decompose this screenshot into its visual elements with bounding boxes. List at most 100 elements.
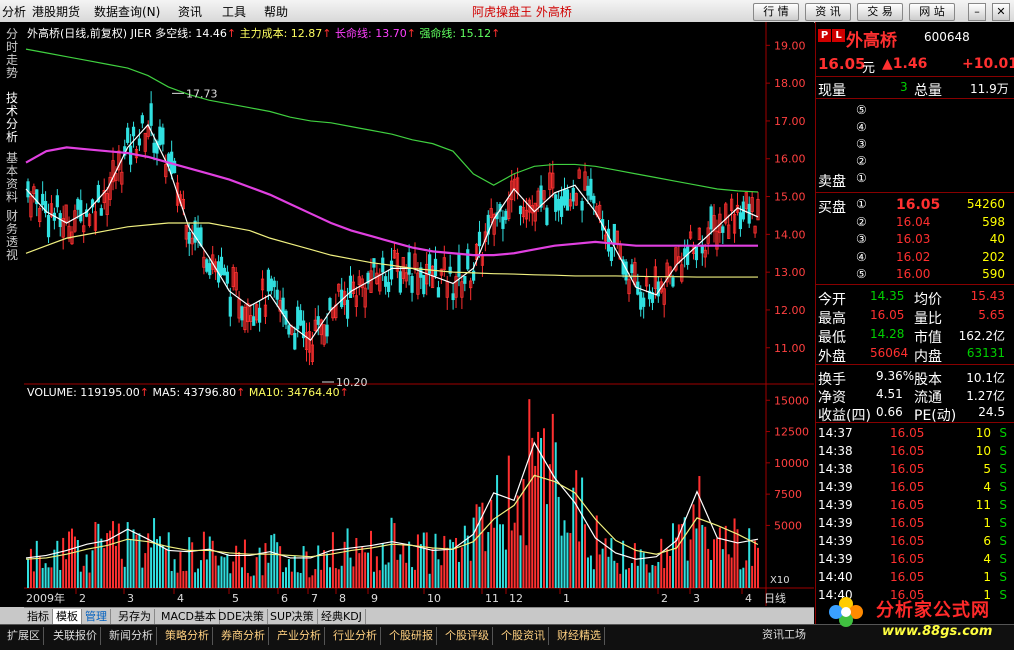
volume-bar: [59, 569, 62, 588]
candle-body: [275, 289, 279, 300]
tab-save-as[interactable]: 另存为: [115, 609, 155, 624]
tab-research[interactable]: 个股研报: [386, 627, 437, 645]
volume-bar: [367, 552, 370, 588]
volume-bar: [501, 524, 504, 588]
x-tick-label: 4: [177, 592, 184, 605]
tab-indicator[interactable]: 指标: [24, 609, 53, 624]
period-label[interactable]: 日线: [764, 590, 786, 606]
price-tick-label: 11.00: [774, 342, 806, 355]
tab-basic-info[interactable]: 基本资料: [2, 152, 22, 204]
news-button[interactable]: 资 讯: [805, 3, 851, 21]
candle-body: [269, 278, 273, 291]
volume-bar: [296, 572, 299, 588]
volume-bar: [378, 570, 381, 588]
menu-analysis[interactable]: 分析: [2, 3, 26, 20]
stock-name: 外高桥: [846, 31, 897, 51]
candle-body: [463, 275, 467, 284]
tab-finance-pick[interactable]: 财经精选: [554, 627, 605, 645]
tab-financial[interactable]: 财务透视: [2, 210, 22, 262]
volume-bar: [352, 566, 355, 588]
price-change: ▲1.46: [882, 56, 928, 72]
volume-unit-label: X10: [770, 575, 790, 586]
tab-sup[interactable]: SUP决策: [267, 609, 318, 624]
tab-extension[interactable]: 扩展区: [4, 627, 44, 645]
menu-hk-futures[interactable]: 港股期货: [32, 3, 80, 20]
menu-news[interactable]: 资讯: [178, 3, 202, 20]
volume-bar: [173, 559, 176, 588]
volume-bar: [554, 442, 557, 588]
x-tick-label: 5: [232, 592, 239, 605]
volume-bar: [730, 557, 733, 588]
website-button[interactable]: 网 站: [909, 3, 955, 21]
volume-bar: [170, 571, 173, 588]
candle-body: [252, 316, 256, 326]
candle-body: [518, 205, 523, 215]
quote-button[interactable]: 行 情: [753, 3, 799, 21]
candle-body: [410, 276, 414, 293]
legend-main-cost: 主力成本: 12.87↑: [239, 27, 332, 40]
sell-row: ②: [816, 153, 1014, 171]
candle-body: [152, 142, 156, 153]
tab-related-quote[interactable]: 关联报价: [50, 627, 101, 645]
candle-body: [580, 200, 584, 211]
price-line: 16.05 元 ▲1.46 +10.01: [816, 54, 1014, 77]
legend-stock-name: 外高桥(日线,前复权) JIER: [27, 27, 152, 40]
kline-chart[interactable]: 19.00 18.00 17.00 16.00 15.00 14.00 13.00 12.00…: [24, 22, 814, 606]
volume-bar: [241, 567, 244, 588]
menu-data-query[interactable]: 数据查询(N): [94, 3, 160, 20]
tab-strategy[interactable]: 策略分析: [162, 627, 213, 645]
stock-header: P L 外高桥 600648: [816, 22, 1014, 52]
volume-bar: [141, 567, 144, 588]
minimize-icon[interactable]: –: [968, 3, 986, 21]
volume-bar: [733, 518, 736, 588]
info-workshop-button[interactable]: 资讯工场: [762, 626, 806, 642]
volume-bar: [525, 545, 528, 588]
tab-dde[interactable]: DDE决策: [215, 609, 268, 624]
x-tick-label: 6: [281, 592, 288, 605]
volume-bar: [290, 571, 293, 588]
tab-stock-news[interactable]: 个股资讯: [498, 627, 549, 645]
volume-bar: [455, 537, 458, 588]
tab-broker[interactable]: 券商分析: [218, 627, 269, 645]
candle-body: [328, 298, 332, 311]
volume-bar: [396, 559, 399, 588]
tab-industry-chain[interactable]: 产业分析: [274, 627, 325, 645]
volume-bar: [361, 547, 364, 588]
tab-manage[interactable]: 管理: [82, 609, 111, 624]
tick-row: 14:39 16.05 4 S: [818, 480, 1007, 494]
tab-sector[interactable]: 行业分析: [330, 627, 381, 645]
volume-bar: [217, 565, 220, 588]
volume-bar: [364, 552, 367, 588]
volume-bar: [636, 565, 639, 588]
candle-body: [131, 126, 136, 137]
tab-technical[interactable]: 技术分析: [2, 92, 22, 144]
volume-bar: [70, 528, 73, 588]
volume-bar: [469, 560, 472, 588]
volume-bar: [545, 504, 548, 588]
tab-kdj[interactable]: 经典KDJ: [318, 609, 366, 624]
volume-bar: [56, 540, 59, 588]
menu-help[interactable]: 帮助: [264, 3, 288, 20]
tab-template[interactable]: 模板: [53, 609, 82, 624]
menu-tools[interactable]: 工具: [222, 3, 246, 20]
tick-row: 14:39 16.05 6 S: [818, 534, 1007, 548]
tab-news-analysis[interactable]: 新闻分析: [106, 627, 157, 645]
candle-body: [26, 181, 30, 198]
close-icon[interactable]: ✕: [992, 3, 1010, 21]
tab-intraday[interactable]: 分时走势: [2, 28, 22, 80]
volume-bar: [425, 532, 428, 588]
volume-bar: [252, 575, 255, 588]
legend-volume: VOLUME: 119195.00↑: [27, 386, 149, 399]
watermark-text: 分析家公式网: [876, 600, 990, 621]
candle-body: [436, 287, 441, 298]
legend-strong-line: 强命线: 15.12↑: [419, 27, 501, 40]
volume-bar: [32, 571, 35, 588]
volume-bar: [440, 565, 443, 588]
sell-level: ④: [856, 120, 867, 134]
volume-legend: VOLUME: 119195.00↑ MA5: 43796.80↑ MA10: …: [27, 386, 349, 399]
tab-rating[interactable]: 个股评级: [442, 627, 493, 645]
watermark-url: www.88gs.com: [882, 624, 993, 639]
volume-bar: [132, 529, 135, 588]
trade-button[interactable]: 交 易: [857, 3, 903, 21]
tab-macd[interactable]: MACD基本: [158, 609, 220, 624]
